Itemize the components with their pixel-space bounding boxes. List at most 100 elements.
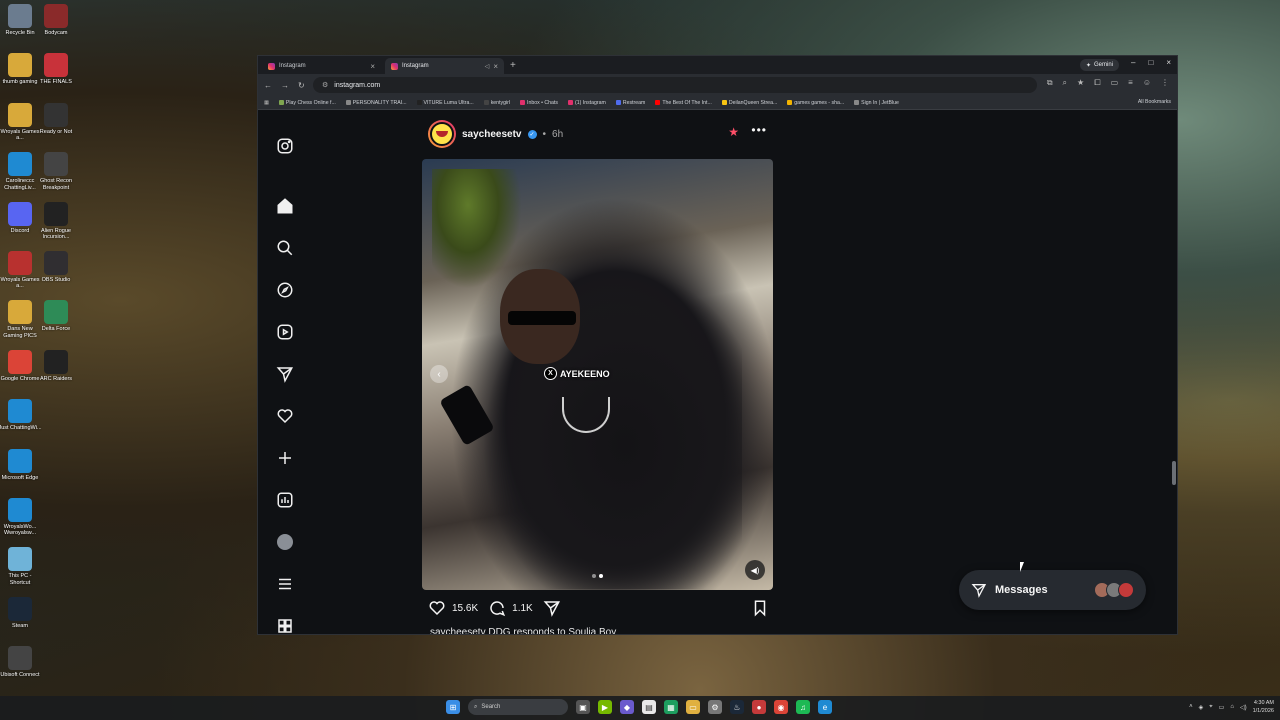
tab-instagram-2[interactable]: Instagram ◁ × [385,58,504,74]
volume-icon[interactable]: ◁) [1240,704,1247,711]
also-from-meta-icon[interactable] [276,617,294,634]
minimize-button[interactable]: – [1131,58,1135,67]
desktop-shortcut[interactable]: Just ChattingWi... [0,395,42,444]
profile-icon[interactable]: ☺ [1143,78,1151,88]
save-bookmark-icon[interactable] [751,599,769,617]
desktop-shortcut[interactable]: Bodycam [36,0,76,49]
notepad-icon[interactable]: ▤ [642,700,656,714]
instagram-logo-icon[interactable] [276,137,294,155]
desktop-shortcut[interactable]: Steam [0,593,40,642]
page-scrollbar[interactable] [1172,461,1176,485]
post-media[interactable]: X AYEKEENO ‹ ◀) [422,159,773,590]
desktop-shortcut[interactable]: Dans New Gaming PICS [0,296,40,345]
reload-button[interactable]: ↻ [298,81,305,90]
reels-icon[interactable] [276,323,294,341]
copilot-icon[interactable]: ◆ [620,700,634,714]
install-app-icon[interactable]: ⧉ [1047,78,1053,88]
bookmark-item[interactable]: VITURE Luma Ultra... [416,100,474,106]
bookmark-item[interactable]: Inbox • Chats [520,100,558,106]
desktop-shortcut[interactable]: Recycle Bin [0,0,40,49]
bookmark-item[interactable]: games games - sha... [787,100,844,106]
bookmark-item[interactable]: kentygirl [483,100,510,106]
start-windows-icon[interactable]: ⊞ [446,700,460,714]
tab-close-icon[interactable]: × [493,62,498,71]
bookmark-item[interactable]: Play Chess Online f... [278,100,336,106]
post-options-icon[interactable]: ••• [751,123,767,137]
share-icon[interactable] [543,599,561,617]
direct-messages-icon[interactable] [276,365,294,383]
tab-close-icon[interactable]: × [370,62,375,71]
spreadsheet-icon[interactable]: ▦ [664,700,678,714]
desktop-shortcut[interactable]: This PC - Shortcut [0,543,40,592]
desktop-shortcut[interactable]: ARC Raiders [36,346,76,395]
speaker-icon[interactable]: ◁ [485,63,490,70]
site-info-icon[interactable]: ⚙ [322,81,328,89]
bookmark-item[interactable]: DeilanQueen Strea... [721,100,777,106]
mute-toggle-icon[interactable]: ◀) [745,560,765,580]
desktop-shortcut[interactable]: Delta Force [36,296,76,345]
file-explorer-icon[interactable]: ▭ [686,700,700,714]
desktop-shortcut[interactable]: WroyalsWo... Wwroyalsw... [0,494,40,543]
desktop-shortcut[interactable]: thumb gaming [0,49,40,98]
tray-device-icon[interactable]: ▭ [1219,704,1225,711]
desktop-shortcut[interactable]: Wroyals Games a... [0,99,40,148]
extensions-icon[interactable]: ⧠ [1094,78,1100,88]
bookmark-item[interactable]: PERSONALITY TRAI... [345,100,407,106]
favorite-star-icon[interactable]: ★ [728,125,739,139]
desktop-shortcut[interactable]: Ubisoft Connect [0,642,40,691]
dashboard-icon[interactable] [276,491,294,509]
desktop-shortcut[interactable]: Ghost Recon Breakpoint [36,148,76,197]
post-username[interactable]: saycheesetv [462,129,522,140]
tray-chevron-icon[interactable]: ˄ [1189,704,1193,710]
tab-instagram-1[interactable]: Instagram × [262,58,381,74]
desktop-shortcut[interactable]: Alien Rogue Incursion... [36,198,76,247]
create-plus-icon[interactable] [276,449,294,467]
more-menu-icon[interactable] [276,575,294,593]
messages-button[interactable]: Messages [959,570,1146,610]
explore-icon[interactable] [276,281,294,299]
edge-icon[interactable]: e [818,700,832,714]
spotify-icon[interactable]: ♫ [796,700,810,714]
zoom-icon[interactable]: ⌕ [1063,78,1067,88]
recorder-icon[interactable]: ● [752,700,766,714]
media-icon[interactable]: ≡ [1128,78,1133,88]
carousel-prev-icon[interactable]: ‹ [430,365,448,383]
profile-avatar[interactable] [276,533,294,551]
close-window-button[interactable]: × [1166,58,1171,67]
network-icon[interactable]: ⌂ [1230,704,1234,710]
nvidia-icon[interactable]: ▶ [598,700,612,714]
desktop-shortcut[interactable]: THE FINALS [36,49,76,98]
address-bar[interactable]: ⚙ instagram.com [313,77,1037,93]
home-icon[interactable] [276,197,294,215]
like-heart-icon[interactable] [428,599,446,617]
bookmark-item[interactable]: (1) Instagram [567,100,606,106]
desktop-shortcut[interactable]: Ready or Not [36,99,76,148]
menu-icon[interactable]: ⋮ [1161,78,1169,88]
clock[interactable]: 4:30 AM 1/1/2026 [1253,699,1274,715]
bookmark-item[interactable]: Sign In | JetBlue [854,100,899,106]
task-view-icon[interactable]: ▣ [576,700,590,714]
bookmark-star-icon[interactable]: ★ [1077,78,1084,88]
bookmark-item[interactable]: The Best Of The Int... [655,100,712,106]
all-bookmarks[interactable]: All Bookmarks [1138,99,1171,105]
steam-icon[interactable]: ♨ [730,700,744,714]
desktop-shortcut[interactable]: Wroyals Games a... [0,247,40,296]
tray-app-icon[interactable]: ◈ [1199,704,1204,711]
search-icon[interactable] [276,239,294,257]
chrome-icon[interactable]: ◉ [774,700,788,714]
desktop-shortcut[interactable]: Google Chrome [0,346,40,395]
sidepanel-icon[interactable]: ▭ [1111,78,1119,88]
settings-gear-icon[interactable]: ⚙ [708,700,722,714]
back-button[interactable]: ← [264,81,272,90]
forward-button[interactable]: → [281,81,289,90]
notifications-heart-icon[interactable] [276,407,294,425]
desktop-shortcut[interactable]: OBS Studio [36,247,76,296]
taskbar-search[interactable]: ⌕ Search [468,699,568,715]
apps-icon[interactable]: ▦ [264,100,269,106]
location-icon[interactable]: ⌖ [1209,704,1212,711]
maximize-button[interactable]: □ [1148,58,1153,67]
desktop-shortcut[interactable]: Microsoft Edge [0,445,40,494]
gemini-button[interactable]: ✦ Gemini [1079,59,1119,71]
bookmark-item[interactable]: Restream [615,100,645,106]
new-tab-button[interactable]: + [510,60,516,74]
